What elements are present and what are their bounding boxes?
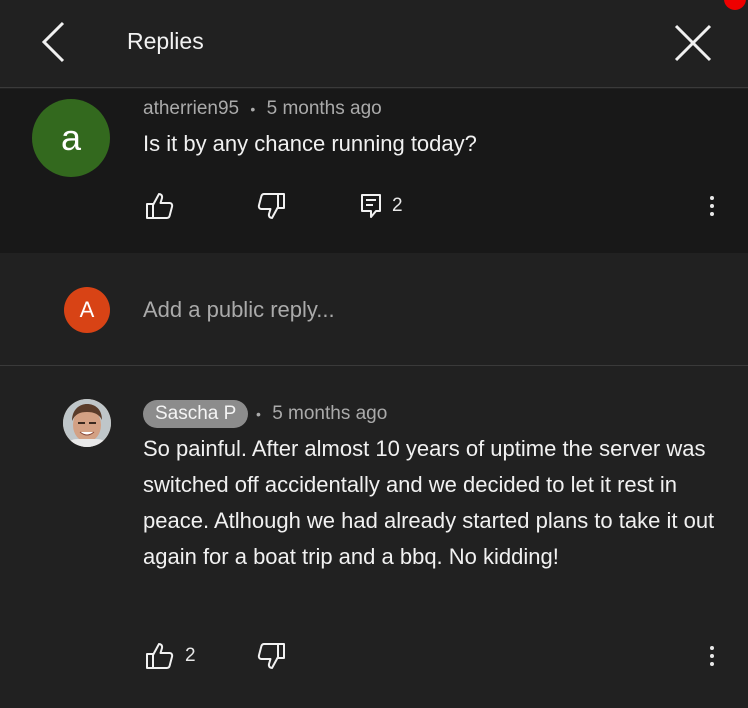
kebab-dot xyxy=(710,662,714,666)
author-chip[interactable]: Sascha P xyxy=(143,400,249,428)
close-icon xyxy=(674,24,712,62)
notification-dot xyxy=(724,0,746,10)
kebab-dot xyxy=(710,204,714,208)
reply-count: 2 xyxy=(392,195,403,216)
avatar-letter: A xyxy=(79,297,95,322)
more-options-button[interactable] xyxy=(702,190,722,222)
comment-text: So painful. After almost 10 years of upt… xyxy=(143,436,715,569)
kebab-dot xyxy=(710,212,714,216)
like-count: 2 xyxy=(185,645,196,666)
add-reply-row: A xyxy=(0,253,748,366)
more-options-button[interactable] xyxy=(702,640,722,672)
meta-separator: • xyxy=(250,101,256,117)
avatar[interactable] xyxy=(63,399,111,447)
meta-separator: • xyxy=(256,406,261,422)
reply-comment: Sascha P • 5 months ago So painful. Afte… xyxy=(0,367,748,708)
avatar-letter: a xyxy=(60,117,82,158)
comment-meta: atherrien95 • 5 months ago xyxy=(143,98,382,120)
reply-input[interactable] xyxy=(143,293,703,327)
comment-author: Sascha P xyxy=(155,403,237,424)
comment-author[interactable]: atherrien95 xyxy=(143,98,239,119)
comment-text: Is it by any chance running today? xyxy=(143,131,477,156)
thumbs-down-icon xyxy=(257,643,285,669)
thumbs-down-icon xyxy=(257,193,285,219)
page-title: Replies xyxy=(127,28,204,54)
comment-icon xyxy=(361,194,381,218)
thumbs-up-icon xyxy=(146,643,174,669)
thumbs-up-icon xyxy=(146,193,174,219)
user-avatar: A xyxy=(64,287,110,333)
reply-count-button[interactable]: 2 xyxy=(360,190,403,222)
avatar[interactable]: a xyxy=(32,99,110,177)
close-button[interactable] xyxy=(672,22,714,64)
parent-comment: a atherrien95 • 5 months ago Is it by an… xyxy=(0,89,748,253)
comment-time: 5 months ago xyxy=(272,403,388,424)
kebab-dot xyxy=(710,654,714,658)
kebab-dot xyxy=(710,196,714,200)
kebab-dot xyxy=(710,646,714,650)
comment-meta: • 5 months ago xyxy=(256,403,387,425)
like-button[interactable] xyxy=(145,190,185,222)
chevron-left-icon xyxy=(41,21,65,63)
back-button[interactable] xyxy=(38,20,70,64)
like-button[interactable]: 2 xyxy=(145,640,196,672)
dislike-button[interactable] xyxy=(256,640,286,672)
dislike-button[interactable] xyxy=(256,190,286,222)
comment-time: 5 months ago xyxy=(266,98,382,119)
profile-photo xyxy=(63,399,111,447)
header-bar: Replies xyxy=(0,0,748,88)
